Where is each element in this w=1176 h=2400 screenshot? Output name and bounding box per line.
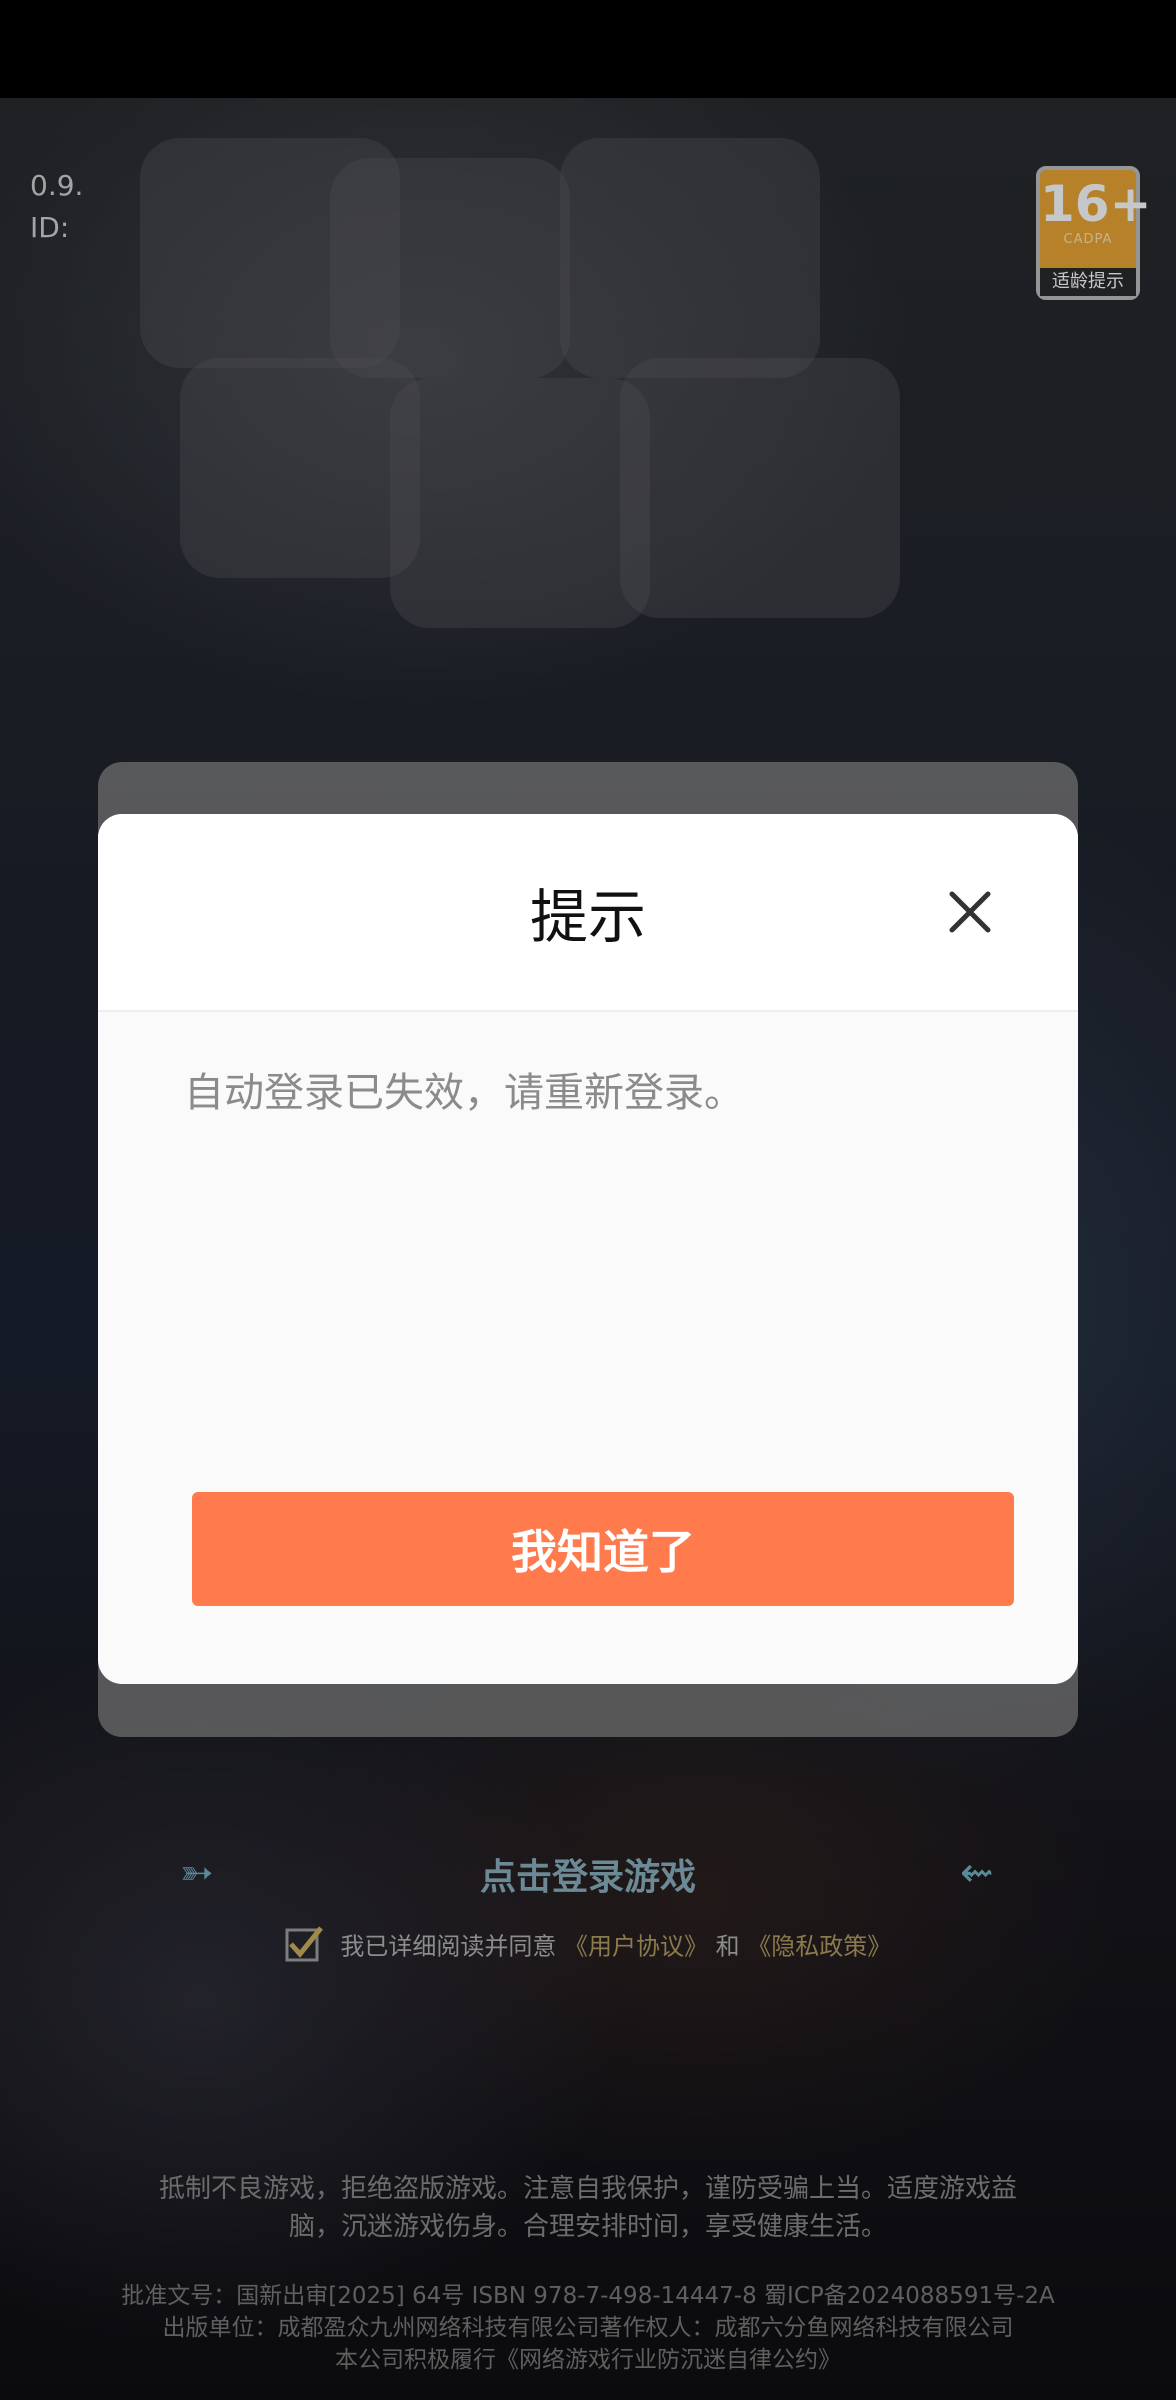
- login-prompt[interactable]: 点击登录游戏: [0, 1848, 1176, 1900]
- version-info: 0.9. ID:: [30, 165, 83, 249]
- close-icon[interactable]: [940, 882, 1000, 942]
- dialog-title: 提示: [529, 883, 646, 951]
- agreement-text: 我已详细阅读并同意: [340, 1932, 557, 1961]
- user-agreement-link[interactable]: 《用户协议》: [564, 1933, 708, 1961]
- arrow-right-icon: ⇜: [960, 1850, 994, 1896]
- age-rating-org: CADPA: [1063, 232, 1113, 247]
- health-notice: 抵制不良游戏，拒绝盗版游戏。注意自我保护，谨防受骗上当。适度游戏益 脑，沉迷游戏…: [0, 2170, 1176, 2246]
- legal-info: 批准文号：国新出审[2025] 64号 ISBN 978-7-498-14447…: [0, 2280, 1176, 2376]
- age-rating-badge: 16+ CADPA 适龄提示: [1036, 166, 1152, 300]
- status-bar: [0, 0, 1176, 98]
- login-prompt-row[interactable]: ➳ 点击登录游戏 ⇜: [0, 1840, 1176, 1910]
- agreement-and: 和: [715, 1932, 740, 1961]
- age-rating-value: 16+: [1040, 175, 1152, 233]
- legal-line: 批准文号：国新出审[2025] 64号 ISBN 978-7-498-14447…: [121, 2283, 1055, 2309]
- privacy-policy-link[interactable]: 《隐私政策》: [747, 1933, 891, 1961]
- legal-line: 本公司积极履行《网络游戏行业防沉迷自律公约》: [335, 2347, 841, 2373]
- user-id: ID:: [30, 211, 70, 244]
- legal-line: 出版单位：成都盈众九州网络科技有限公司著作权人：成都六分鱼网络科技有限公司: [162, 2315, 1014, 2341]
- version-number: 0.9.: [30, 169, 84, 202]
- dialog-message: 自动登录已失效，请重新登录。: [184, 1070, 744, 1116]
- check-icon[interactable]: [285, 1924, 325, 1964]
- login-expired-dialog: 提示 自动登录已失效，请重新登录。 我知道了: [98, 814, 1078, 1684]
- agreement-row: 我已详细阅读并同意 《用户协议》 和 《隐私政策》: [0, 1924, 1176, 1972]
- age-rating-tip: 适龄提示: [1040, 268, 1136, 296]
- health-notice-line: 脑，沉迷游戏伤身。合理安排时间，享受健康生活。: [288, 2212, 887, 2242]
- dialog-header: 提示: [98, 814, 1078, 1012]
- confirm-button[interactable]: 我知道了: [192, 1492, 1014, 1606]
- health-notice-line: 抵制不良游戏，拒绝盗版游戏。注意自我保护，谨防受骗上当。适度游戏益: [158, 2174, 1017, 2204]
